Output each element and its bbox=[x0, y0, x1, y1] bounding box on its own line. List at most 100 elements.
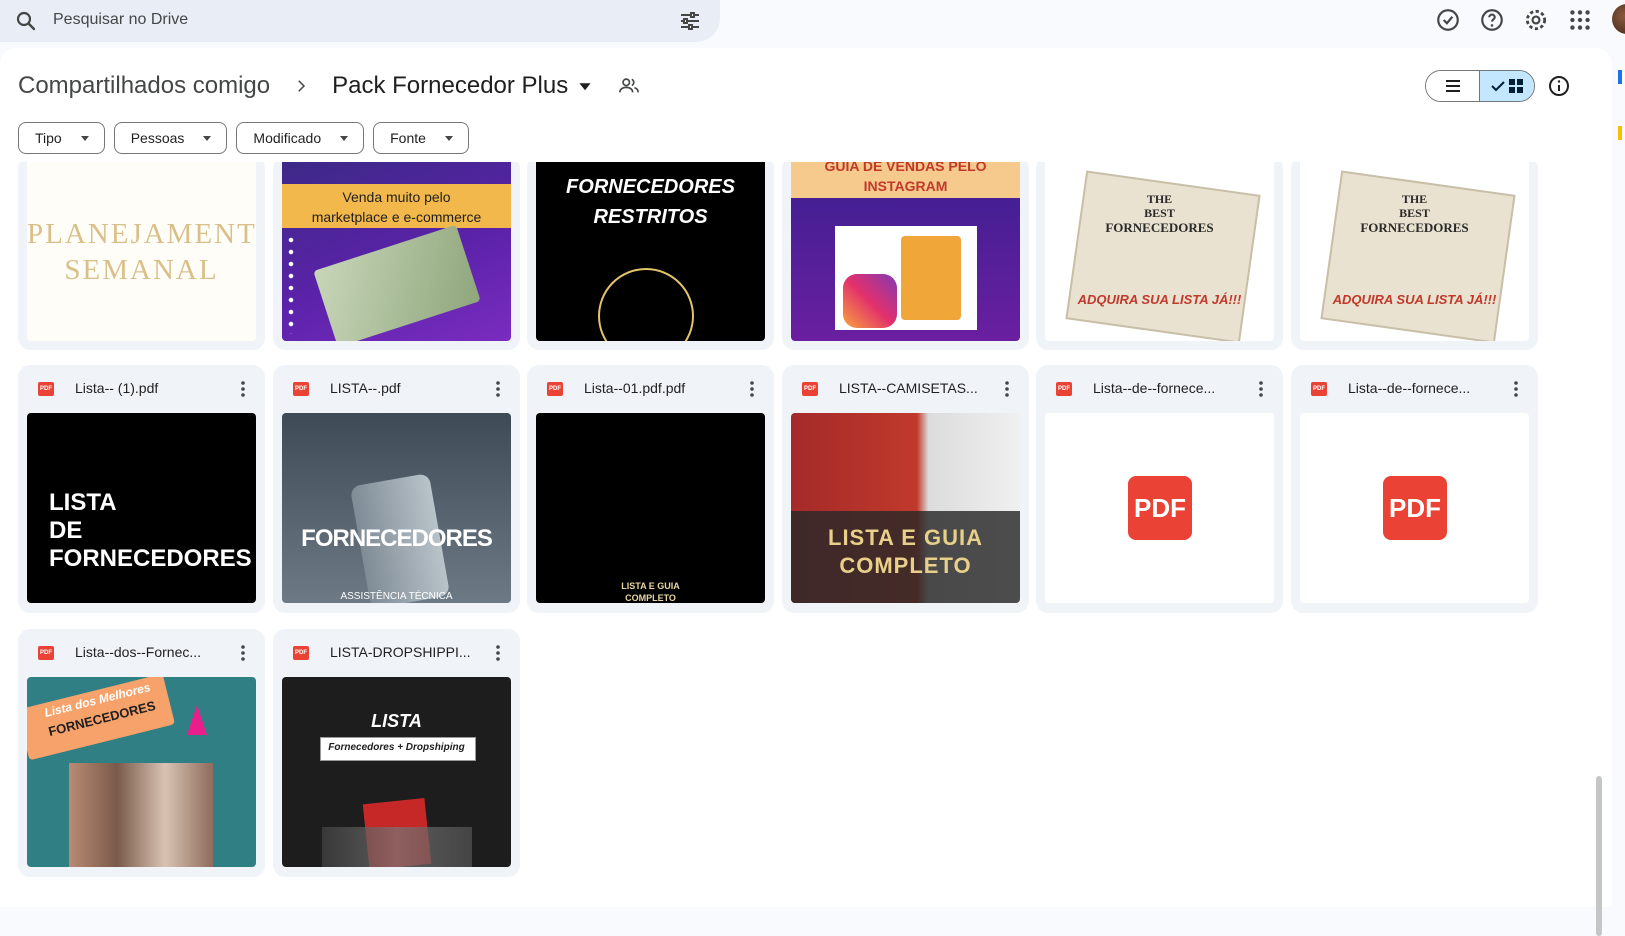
more-vert-icon[interactable] bbox=[240, 643, 246, 663]
file-thumbnail: LISTA DE FORNECEDORES bbox=[27, 413, 256, 603]
main-content: Compartilhados comigo Pack Fornecedor Pl… bbox=[0, 48, 1612, 936]
dress-logo bbox=[187, 705, 207, 735]
file-card[interactable]: THE BEST FORNECEDORES ADQUIRA SUA LISTA … bbox=[1036, 162, 1283, 350]
file-card[interactable]: PDF Lista--de--fornece... PDF bbox=[1036, 365, 1283, 613]
file-card[interactable]: PDF Lista-- (1).pdf LISTA DE FORNECEDORE… bbox=[18, 365, 265, 613]
grid-view-button[interactable] bbox=[1479, 71, 1534, 101]
account-avatar[interactable] bbox=[1612, 4, 1625, 34]
thumb-text: PLANEJAMENTO bbox=[27, 218, 256, 250]
instagram-icon bbox=[843, 274, 897, 328]
thumb-text: FORNECEDORES bbox=[301, 525, 493, 552]
thumb-text: BEST bbox=[1399, 206, 1430, 220]
thumb-text: DE bbox=[49, 517, 83, 544]
pdf-file-icon: PDF bbox=[802, 382, 818, 396]
file-thumbnail: PLANEJAMENTO SEMANAL bbox=[27, 162, 256, 341]
help-icon[interactable] bbox=[1479, 7, 1505, 33]
more-vert-icon[interactable] bbox=[1513, 379, 1519, 399]
caret-down-icon bbox=[340, 136, 349, 141]
filter-modified[interactable]: Modificado bbox=[236, 122, 365, 154]
thumb-text: ASSISTÊNCIA TÉCNICA bbox=[340, 591, 453, 602]
file-name[interactable]: Lista--01.pdf.pdf bbox=[584, 380, 685, 396]
list-view-button[interactable] bbox=[1426, 71, 1480, 101]
file-card[interactable]: PDF LISTA--CAMISETAS... LISTA E GUIA COM… bbox=[782, 365, 1029, 613]
search-icon[interactable] bbox=[14, 9, 38, 33]
file-name[interactable]: LISTA-DROPSHIPPI... bbox=[330, 644, 471, 660]
thumb-text: THE bbox=[1146, 192, 1173, 206]
file-card[interactable]: PDF Lista--dos--Fornec... Lista dos Melh… bbox=[18, 629, 265, 877]
file-thumbnail: FORNECEDORES RESTRITOS bbox=[536, 162, 765, 341]
pdf-file-icon: PDF bbox=[38, 646, 54, 660]
pdf-file-icon: PDF bbox=[293, 382, 309, 396]
thumb-text: ADQUIRA SUA LISTA JÁ!!! bbox=[1332, 292, 1497, 307]
file-name[interactable]: LISTA--.pdf bbox=[330, 380, 401, 396]
file-thumbnail: FORNECEDORES ASSISTÊNCIA TÉCNICA bbox=[282, 413, 511, 603]
thumb-text: LISTA E GUIA bbox=[828, 525, 983, 550]
file-card[interactable]: PDF Lista--de--fornece... PDF bbox=[1291, 365, 1538, 613]
vertical-scrollbar[interactable] bbox=[1596, 776, 1602, 936]
phone-image bbox=[901, 236, 961, 320]
file-card[interactable]: Venda muito pelo marketplace e e-commerc… bbox=[273, 162, 520, 350]
pdf-file-icon: PDF bbox=[1056, 382, 1072, 396]
more-vert-icon[interactable] bbox=[495, 643, 501, 663]
filter-chips: Tipo Pessoas Modificado Fonte bbox=[18, 122, 469, 154]
filter-type[interactable]: Tipo bbox=[18, 122, 105, 154]
file-name[interactable]: Lista--de--fornece... bbox=[1093, 380, 1215, 396]
check-icon bbox=[1491, 81, 1505, 92]
pdf-placeholder-icon: PDF bbox=[1383, 476, 1447, 540]
file-name[interactable]: Lista-- (1).pdf bbox=[75, 380, 158, 396]
chevron-right-icon bbox=[298, 80, 306, 92]
breadcrumb-current-folder[interactable]: Pack Fornecedor Plus bbox=[332, 72, 568, 100]
thumb-text: marketplace e e-commerce bbox=[311, 209, 482, 225]
settings-icon[interactable] bbox=[1523, 7, 1549, 33]
file-card[interactable]: PLANEJAMENTO SEMANAL bbox=[18, 162, 265, 350]
pdf-file-icon: PDF bbox=[38, 382, 54, 396]
file-card[interactable]: PDF LISTA--.pdf FORNECEDORES ASSISTÊNCIA… bbox=[273, 365, 520, 613]
file-name[interactable]: LISTA--CAMISETAS... bbox=[839, 380, 978, 396]
file-card[interactable]: PDF Lista--01.pdf.pdf LISTA E GUIA COMPL… bbox=[527, 365, 774, 613]
thumb-text: Fornecedores + Dropshiping bbox=[328, 742, 465, 753]
pdf-file-icon: PDF bbox=[1311, 382, 1327, 396]
offline-check-icon[interactable] bbox=[1435, 7, 1461, 33]
file-grid: PLANEJAMENTO SEMANAL Venda muito pelo ma… bbox=[18, 162, 1580, 907]
file-card[interactable]: FORNECEDORES RESTRITOS bbox=[527, 162, 774, 350]
search-input[interactable]: Pesquisar no Drive bbox=[53, 11, 188, 29]
breadcrumb-root[interactable]: Compartilhados comigo bbox=[18, 72, 270, 100]
thumb-text: INSTAGRAM bbox=[863, 178, 948, 194]
grid-view-icon bbox=[1509, 79, 1523, 93]
more-vert-icon[interactable] bbox=[495, 379, 501, 399]
filter-people-label: Pessoas bbox=[130, 130, 185, 146]
more-vert-icon[interactable] bbox=[1258, 379, 1264, 399]
info-icon[interactable] bbox=[1547, 74, 1571, 98]
thumb-text: FORNECEDORES bbox=[1105, 220, 1214, 235]
side-panel-tab[interactable] bbox=[1618, 70, 1622, 84]
caret-down-icon[interactable] bbox=[578, 79, 592, 93]
file-thumbnail: THE BEST FORNECEDORES ADQUIRA SUA LISTA … bbox=[1045, 162, 1274, 341]
caret-down-icon bbox=[444, 136, 453, 141]
more-vert-icon[interactable] bbox=[240, 379, 246, 399]
file-thumbnail: LISTA E GUIA COMPLETO bbox=[536, 413, 765, 603]
thumb-text: FORNECEDORES bbox=[49, 545, 252, 572]
file-card[interactable]: THE BEST FORNECEDORES ADQUIRA SUA LISTA … bbox=[1291, 162, 1538, 350]
filter-type-label: Tipo bbox=[35, 130, 62, 146]
pdf-placeholder-icon: PDF bbox=[1128, 476, 1192, 540]
tune-icon[interactable] bbox=[678, 9, 702, 33]
file-name[interactable]: Lista--dos--Fornec... bbox=[75, 644, 201, 660]
cart-icon bbox=[598, 268, 694, 341]
shared-people-icon[interactable] bbox=[618, 75, 640, 97]
list-view-icon bbox=[1445, 80, 1460, 92]
side-panel-tab[interactable] bbox=[1618, 126, 1622, 140]
pdf-file-icon: PDF bbox=[293, 646, 309, 660]
file-card[interactable]: PDF LISTA-DROPSHIPPI... LISTA Fornecedor… bbox=[273, 629, 520, 877]
more-vert-icon[interactable] bbox=[749, 379, 755, 399]
file-card[interactable]: GUIA DE VENDAS PELO INSTAGRAM bbox=[782, 162, 1029, 350]
filter-source[interactable]: Fonte bbox=[373, 122, 469, 154]
more-vert-icon[interactable] bbox=[1004, 379, 1010, 399]
search-bar[interactable]: Pesquisar no Drive bbox=[0, 0, 720, 42]
dots-decoration bbox=[286, 234, 296, 334]
apps-icon[interactable] bbox=[1567, 7, 1593, 33]
file-thumbnail: PDF bbox=[1300, 413, 1529, 603]
thumb-text: COMPLETO bbox=[625, 593, 676, 603]
thumb-text: ADQUIRA SUA LISTA JÁ!!! bbox=[1077, 292, 1242, 307]
file-name[interactable]: Lista--de--fornece... bbox=[1348, 380, 1470, 396]
filter-people[interactable]: Pessoas bbox=[113, 122, 228, 154]
